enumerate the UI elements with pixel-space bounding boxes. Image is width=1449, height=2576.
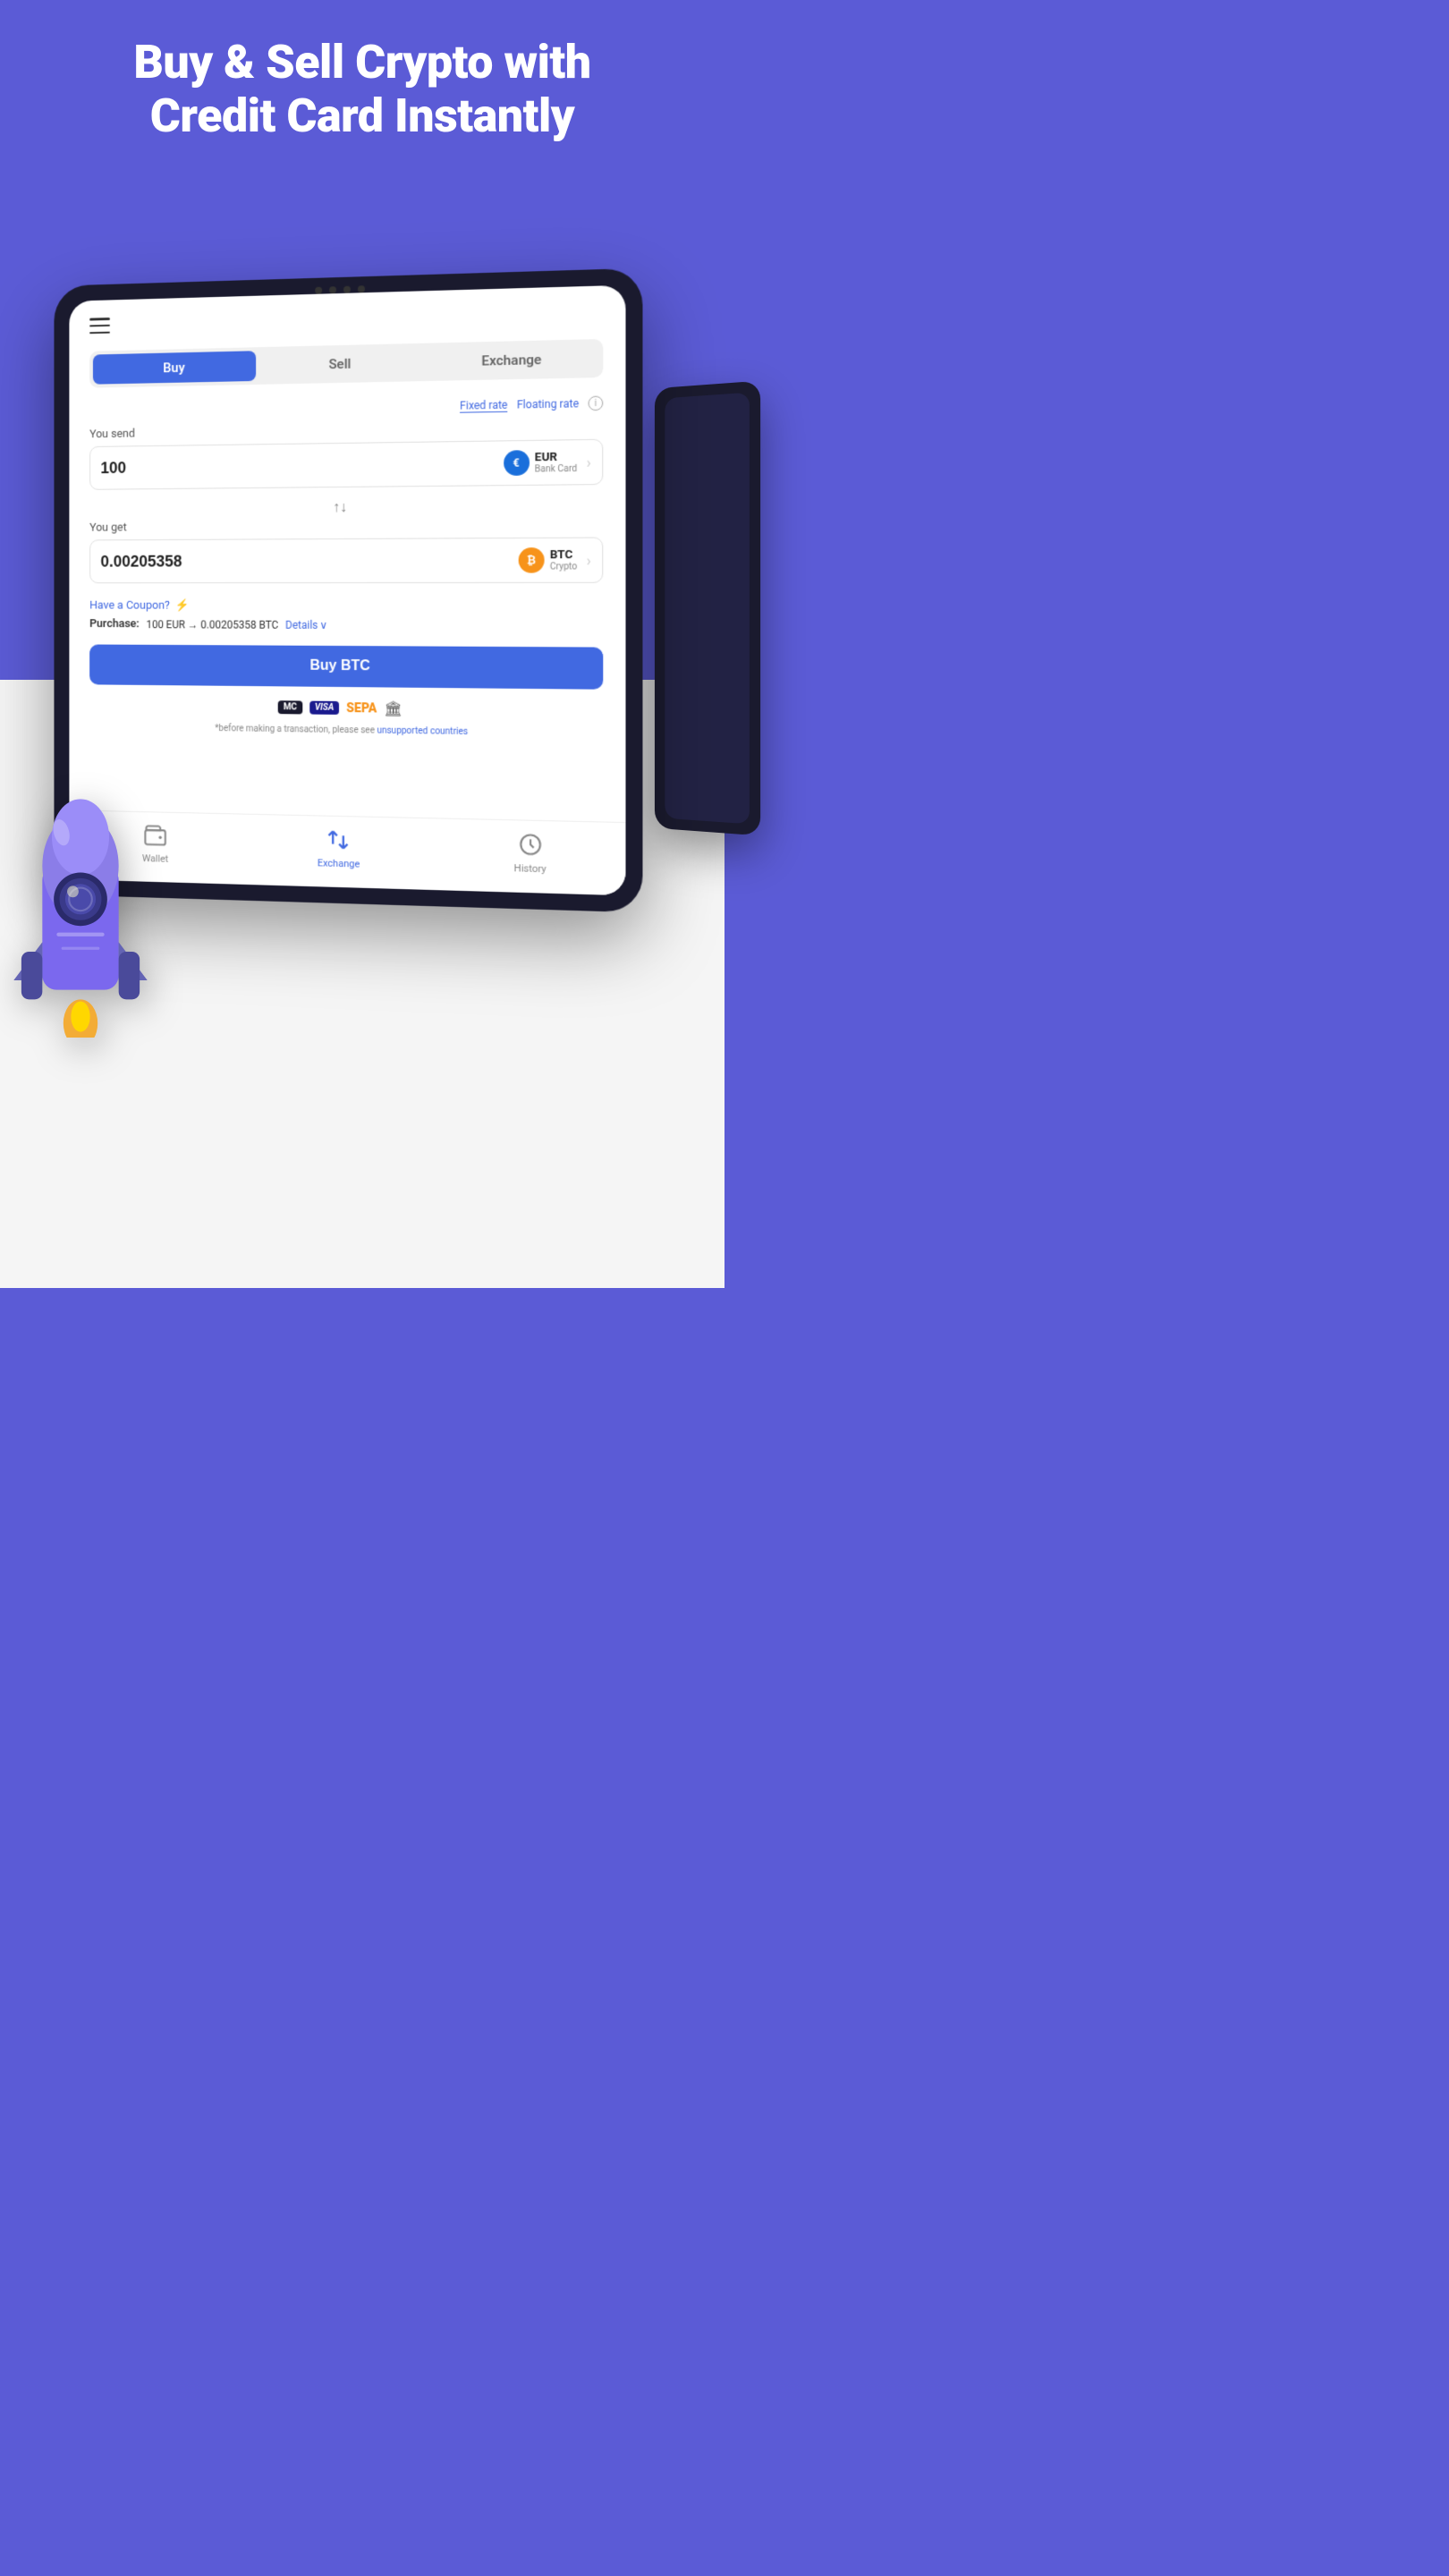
hamburger-menu-icon[interactable] [89, 318, 110, 334]
hero-title: Buy & Sell Crypto with Credit Card Insta… [36, 36, 689, 143]
coupon-row: Have a Coupon? ⚡ [89, 599, 603, 614]
history-nav-label: History [514, 862, 547, 875]
send-amount-input[interactable] [100, 453, 503, 477]
nav-exchange[interactable]: Exchange [318, 825, 360, 869]
buy-button[interactable]: Buy BTC [89, 644, 603, 689]
mastercard-icon: MC [278, 700, 302, 714]
purchase-value: 100 EUR → 0.00205358 BTC [146, 618, 278, 631]
tab-exchange[interactable]: Exchange [425, 343, 599, 377]
get-field[interactable]: ₿ BTC Crypto › [89, 538, 603, 584]
camera-dot-1 [315, 287, 322, 294]
details-chevron-icon: ∨ [319, 618, 327, 631]
lightning-icon: ⚡ [175, 599, 190, 613]
details-text: Details [285, 618, 318, 631]
fixed-rate-option[interactable]: Fixed rate [460, 398, 507, 412]
get-chevron-icon: › [587, 551, 591, 568]
tab-sell[interactable]: Sell [256, 347, 425, 381]
hamburger-line-3 [89, 331, 110, 334]
nav-history[interactable]: History [514, 829, 547, 875]
get-currency-info: BTC Crypto [550, 548, 577, 572]
main-tab-bar: Buy Sell Exchange [89, 339, 603, 388]
get-currency-badge[interactable]: ₿ BTC Crypto › [519, 547, 591, 573]
unsupported-countries-link[interactable]: unsupported countries [377, 726, 468, 737]
coupon-link[interactable]: Have a Coupon? [89, 599, 170, 613]
visa-icon: VISA [309, 701, 339, 715]
camera-dot-4 [358, 285, 365, 292]
send-field[interactable]: € EUR Bank Card › [89, 439, 603, 490]
send-chevron-icon: › [587, 453, 591, 471]
send-label: You send [89, 419, 603, 441]
history-nav-icon [515, 830, 545, 860]
camera-dot-3 [343, 286, 351, 293]
get-amount-input[interactable] [100, 551, 518, 571]
rate-info-icon[interactable]: i [589, 396, 604, 411]
swap-icon[interactable]: ↑↓ [89, 496, 603, 518]
purchase-label: Purchase: [89, 617, 140, 631]
rocket-illustration [0, 751, 233, 1073]
get-label: You get [89, 518, 603, 535]
bank-icon: 🏛 [384, 700, 402, 717]
purchase-row: Purchase: 100 EUR → 0.00205358 BTC Detai… [89, 617, 603, 632]
get-currency-code: BTC [550, 548, 577, 562]
camera-dot-2 [329, 286, 336, 293]
send-currency-badge[interactable]: € EUR Bank Card › [504, 449, 591, 476]
btc-icon: ₿ [519, 547, 545, 573]
details-link[interactable]: Details ∨ [285, 618, 327, 631]
send-currency-type: Bank Card [535, 464, 577, 475]
hamburger-line-2 [89, 325, 110, 327]
hamburger-line-1 [89, 318, 110, 320]
send-currency-info: EUR Bank Card [535, 450, 577, 474]
camera-bar [315, 285, 365, 294]
send-currency-code: EUR [535, 450, 577, 464]
disclaimer-text: *before making a transaction, please see [215, 724, 377, 735]
rate-selector: Fixed rate Floating rate i [89, 396, 603, 419]
eur-icon: € [504, 450, 530, 476]
sepa-icon: SEPA [346, 701, 377, 716]
exchange-nav-label: Exchange [318, 857, 360, 869]
rocket-svg [0, 751, 179, 1038]
get-currency-type: Crypto [550, 562, 577, 572]
tab-buy[interactable]: Buy [93, 351, 257, 384]
floating-rate-option[interactable]: Floating rate [517, 397, 579, 411]
payment-icons: MC VISA SEPA 🏛 [89, 697, 603, 720]
exchange-nav-icon [325, 826, 353, 855]
disclaimer: *before making a transaction, please see… [89, 722, 603, 739]
